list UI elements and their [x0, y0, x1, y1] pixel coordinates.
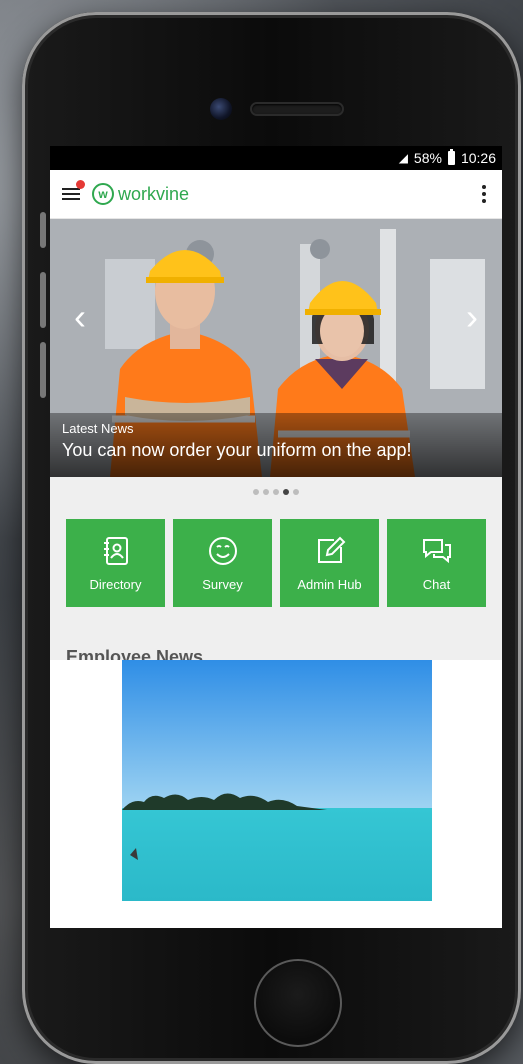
pagination-dot[interactable]	[253, 489, 259, 495]
status-bar: ◢ 58% 10:26	[50, 146, 502, 170]
volume-down-button	[40, 342, 46, 398]
carousel-prev-button[interactable]: ‹	[66, 296, 94, 337]
earpiece-speaker	[252, 104, 342, 114]
tile-chat[interactable]: Chat	[387, 519, 486, 607]
tile-label: Survey	[202, 576, 243, 592]
app-logo[interactable]: w workvine	[92, 183, 189, 205]
carousel-next-button[interactable]: ›	[458, 296, 486, 337]
carousel-pagination	[50, 477, 502, 505]
front-camera	[210, 98, 232, 120]
news-carousel[interactable]: ‹ › Latest News You can now order your u…	[50, 219, 502, 477]
tile-label: Chat	[422, 576, 451, 592]
smiley-icon	[208, 536, 237, 565]
more-options-icon[interactable]	[482, 185, 486, 203]
home-content: Directory Survey Admin Hub Chat Employee…	[50, 477, 502, 901]
tile-label: Admin Hub	[297, 576, 362, 592]
pagination-dot[interactable]	[263, 489, 269, 495]
tile-label: Directory	[89, 576, 142, 592]
volume-up-button	[40, 272, 46, 328]
battery-icon	[447, 149, 455, 165]
menu-icon[interactable]	[62, 187, 80, 201]
news-image	[122, 660, 432, 901]
contact-book-icon	[103, 536, 128, 565]
caption-title: You can now order your uniform on the ap…	[62, 440, 412, 460]
edit-icon	[317, 536, 345, 563]
home-button[interactable]	[254, 959, 342, 1047]
quick-actions: Directory Survey Admin Hub Chat	[50, 519, 502, 607]
chat-bubbles-icon	[422, 538, 451, 563]
pagination-dot[interactable]	[283, 489, 289, 495]
app-bar: w workvine	[50, 170, 502, 219]
brand-name: workvine	[118, 183, 190, 204]
tile-survey[interactable]: Survey	[173, 519, 272, 607]
logo-icon: w	[92, 183, 114, 205]
pagination-dot[interactable]	[273, 489, 279, 495]
caption-kicker: Latest News	[62, 421, 134, 436]
carousel-caption[interactable]: Latest News You can now order your unifo…	[50, 413, 502, 477]
news-card[interactable]	[50, 660, 502, 901]
clock: 10:26	[460, 150, 496, 166]
mute-switch	[40, 212, 46, 248]
battery-percent: 58%	[413, 150, 442, 166]
app-screen: ◢ 58% 10:26 w workvine ‹ › Latest News Y…	[50, 146, 502, 928]
tile-admin-hub[interactable]: Admin Hub	[280, 519, 379, 607]
signal-icon: ◢	[398, 151, 408, 165]
tile-directory[interactable]: Directory	[66, 519, 165, 607]
notification-badge	[76, 180, 85, 189]
pagination-dot[interactable]	[293, 489, 299, 495]
